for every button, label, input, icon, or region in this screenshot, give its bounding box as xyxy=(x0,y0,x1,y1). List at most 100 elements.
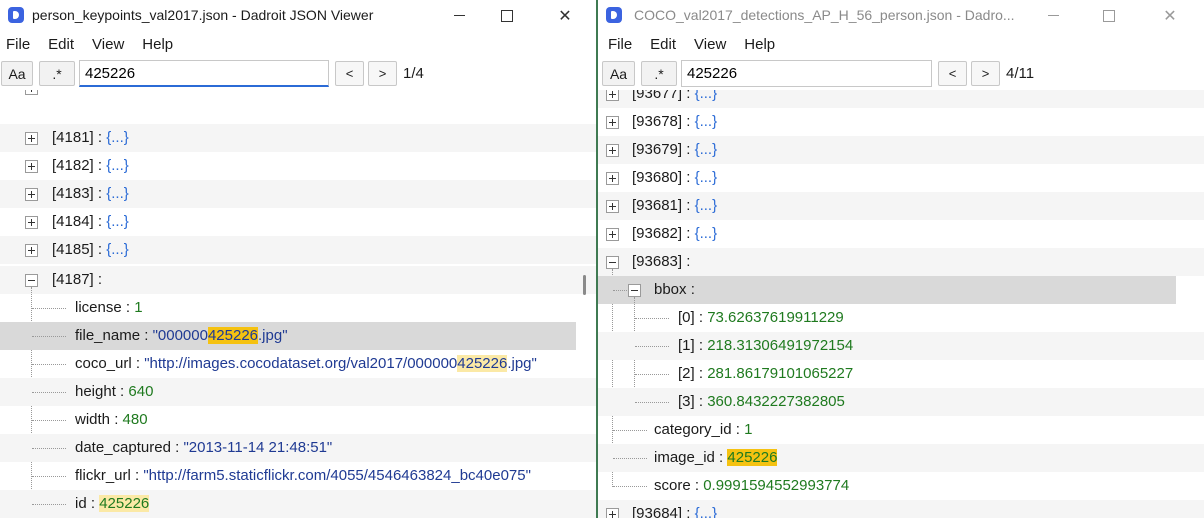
field-key: file_name xyxy=(75,327,141,344)
tree-row[interactable]: [93680] : {...} xyxy=(598,164,1204,192)
app-icon xyxy=(8,7,24,23)
field-image-id[interactable]: image_id : 425226 xyxy=(598,444,1204,472)
prev-match-button[interactable]: < xyxy=(335,61,364,86)
bbox-item[interactable]: [1] : 218.31306491972154 xyxy=(598,332,1204,360)
field-score[interactable]: score : 0.9991594552993774 xyxy=(598,472,1204,500)
title-bar[interactable]: COCO_val2017_detections_AP_H_56_person.j… xyxy=(598,0,1204,31)
expand-icon[interactable] xyxy=(606,90,619,101)
field-value: 480 xyxy=(122,411,148,428)
match-case-button[interactable]: Aa xyxy=(1,61,33,86)
tree-row-93683[interactable]: [93683] : xyxy=(598,248,1204,276)
node-sep: : xyxy=(682,505,695,518)
menu-file[interactable]: File xyxy=(598,33,632,57)
field-sep: : xyxy=(690,477,704,494)
field-value: 1 xyxy=(744,421,753,438)
expand-icon[interactable] xyxy=(606,228,619,241)
regex-button[interactable]: .* xyxy=(641,61,677,86)
node-sep: : xyxy=(682,225,695,242)
tree-row[interactable]: [93682] : {...} xyxy=(598,220,1204,248)
node-key: [93679] xyxy=(632,141,683,158)
search-input[interactable] xyxy=(79,60,329,87)
field-id[interactable]: id : 425226 xyxy=(0,490,596,518)
menu-view[interactable]: View xyxy=(86,33,124,57)
node-sep: : xyxy=(682,90,695,102)
bbox-item[interactable]: [3] : 360.8432227382805 xyxy=(598,388,1204,416)
field-date-captured[interactable]: date_captured : "2013-11-14 21:48:51" xyxy=(0,434,596,462)
field-width[interactable]: width : 480 xyxy=(0,406,596,434)
field-bbox[interactable]: bbox : xyxy=(598,276,1176,304)
menu-edit[interactable]: Edit xyxy=(42,33,74,57)
next-match-button[interactable]: > xyxy=(971,61,1000,86)
expand-icon[interactable] xyxy=(606,200,619,213)
match-case-button[interactable]: Aa xyxy=(602,61,635,86)
expand-icon[interactable] xyxy=(606,144,619,157)
field-license[interactable]: license : 1 xyxy=(0,294,596,322)
expand-icon[interactable] xyxy=(606,116,619,129)
field-value-post: .jpg" xyxy=(507,355,537,372)
tree-row-93684[interactable]: [93684] : {...} xyxy=(598,500,1204,518)
field-key: date_captured xyxy=(75,439,171,456)
collapse-icon[interactable] xyxy=(25,274,38,287)
collapse-icon[interactable] xyxy=(606,256,619,269)
field-value: 73.62637619911229 xyxy=(707,309,844,326)
next-match-button[interactable]: > xyxy=(368,61,397,86)
field-value: 640 xyxy=(128,383,154,400)
app-icon xyxy=(606,7,622,23)
field-height[interactable]: height : 640 xyxy=(0,378,596,406)
node-key: [93682] xyxy=(632,225,683,242)
field-key: license xyxy=(75,299,122,316)
right-window: COCO_val2017_detections_AP_H_56_person.j… xyxy=(596,0,1204,518)
menu-file[interactable]: File xyxy=(0,33,30,57)
field-key: bbox xyxy=(654,281,687,298)
expand-icon[interactable] xyxy=(606,172,619,185)
title-bar[interactable]: person_keypoints_val2017.json - Dadroit … xyxy=(0,0,596,31)
field-key: width xyxy=(75,411,111,428)
tree-row-4187[interactable]: [4187] : xyxy=(0,266,596,294)
menu-edit[interactable]: Edit xyxy=(644,33,676,57)
minimize-icon[interactable] xyxy=(1030,0,1076,31)
node-value: {...} xyxy=(694,225,718,242)
vertical-scrollbar-thumb[interactable] xyxy=(583,275,586,295)
tree-branch xyxy=(635,346,669,347)
field-file-name[interactable]: file_name : "000000425226.jpg" xyxy=(0,322,576,350)
field-flickr-url[interactable]: flickr_url : "http://farm5.staticflickr.… xyxy=(0,462,576,490)
field-category-id[interactable]: category_id : 1 xyxy=(598,416,1204,444)
menu-view[interactable]: View xyxy=(688,33,726,57)
field-key: image_id xyxy=(654,449,715,466)
tree-row[interactable]: [93679] : {...} xyxy=(598,136,1204,164)
close-icon[interactable]: ✕ xyxy=(542,0,588,31)
tree-branch xyxy=(32,504,66,505)
json-tree[interactable]: [93677] : {...} [93678] : {...} [93679] … xyxy=(598,90,1204,518)
menu-help[interactable]: Help xyxy=(136,33,173,57)
tree-branch xyxy=(32,364,66,365)
collapse-icon[interactable] xyxy=(628,284,641,297)
prev-match-button[interactable]: < xyxy=(938,61,967,86)
tree-row[interactable]: [93681] : {...} xyxy=(598,192,1204,220)
field-key: [3] xyxy=(678,393,695,410)
minimize-icon[interactable] xyxy=(436,0,482,31)
tree-branch xyxy=(32,336,66,337)
regex-button[interactable]: .* xyxy=(39,61,75,86)
node-key: [93678] xyxy=(632,113,683,130)
field-sep: : xyxy=(121,299,135,316)
search-input[interactable] xyxy=(681,60,932,87)
tree-row[interactable]: [93677] : {...} xyxy=(598,90,1204,108)
field-sep: : xyxy=(170,439,184,456)
tree-row[interactable]: [93678] : {...} xyxy=(598,108,1204,136)
expand-icon[interactable] xyxy=(606,508,619,518)
field-value: 1 xyxy=(134,299,143,316)
field-coco-url[interactable]: coco_url : "http://images.cocodataset.or… xyxy=(0,350,576,378)
tree-branch xyxy=(613,290,627,291)
tree-branch xyxy=(32,308,66,309)
bbox-item[interactable]: [2] : 281.86179101065227 xyxy=(598,360,1204,388)
menu-help[interactable]: Help xyxy=(738,33,775,57)
field-value-pre: "http://images.cocodataset.org/val2017/0… xyxy=(144,355,458,372)
maximize-icon[interactable] xyxy=(484,0,530,31)
field-value-post: .jpg" xyxy=(258,327,288,344)
node-sep: : xyxy=(682,253,691,270)
node-sep: : xyxy=(682,197,695,214)
node-key: [4187] xyxy=(52,271,94,288)
close-icon[interactable]: ✕ xyxy=(1147,0,1193,31)
maximize-icon[interactable] xyxy=(1086,0,1132,31)
bbox-item[interactable]: [0] : 73.62637619911229 xyxy=(598,304,1204,332)
